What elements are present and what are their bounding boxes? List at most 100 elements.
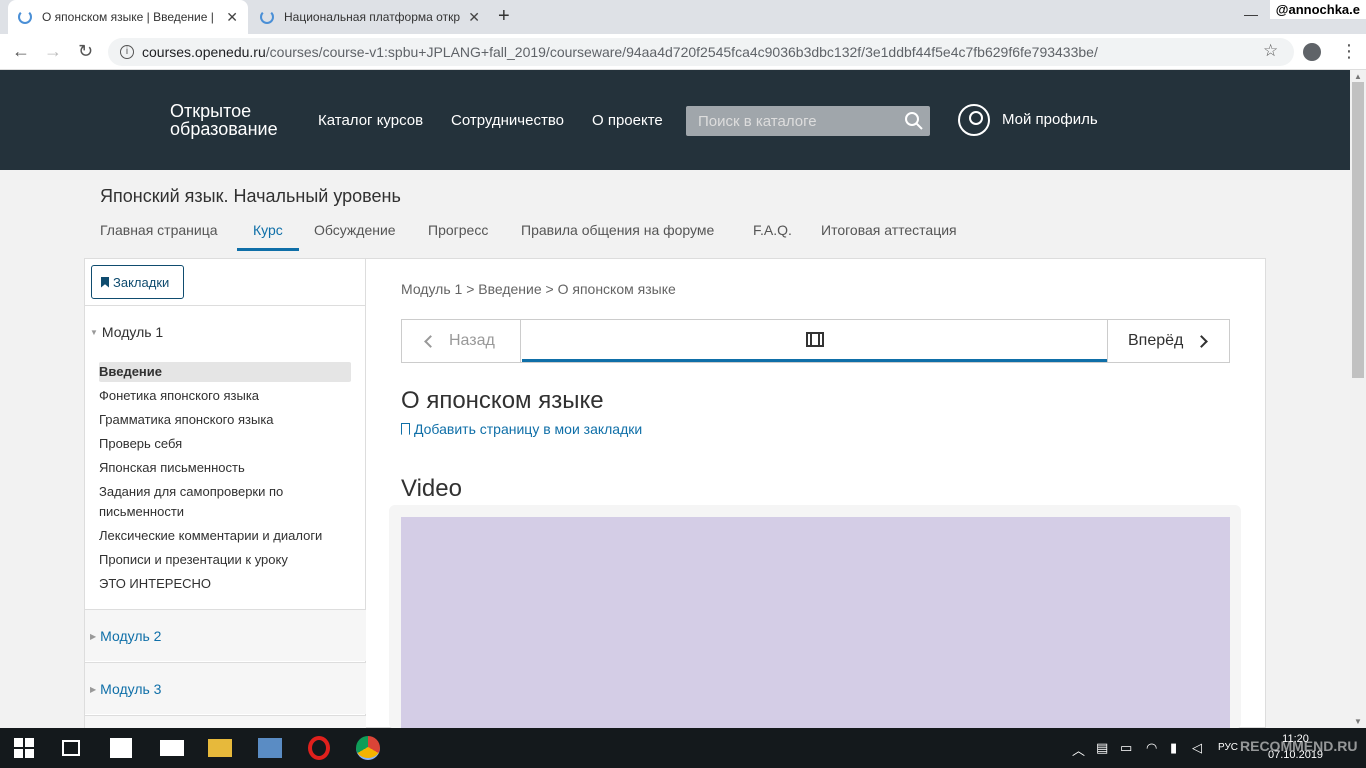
windows-taskbar: ︿ ▤ ▭ ◠ ▮ ◁ РУС 11:20 07.10.2019 RECOMME… — [0, 728, 1366, 768]
catalog-search-input[interactable]: Поиск в каталоге — [686, 106, 930, 136]
logo-line2: образование — [170, 119, 278, 139]
next-button[interactable]: Вперёд — [1107, 320, 1229, 362]
url-host: courses.openedu.ru — [142, 44, 266, 60]
subsection-interesting[interactable]: ЭТО ИНТЕРЕСНО — [99, 574, 351, 594]
user-profile-icon[interactable] — [958, 104, 990, 136]
nav-catalog[interactable]: Каталог курсов — [318, 112, 423, 129]
tab-faq[interactable]: F.A.Q. — [753, 222, 792, 248]
previous-label: Назад — [449, 332, 495, 349]
sequence-tab-video[interactable] — [522, 320, 1108, 362]
user-watermark: @annochka.e — [1269, 0, 1366, 19]
caret-right-icon: ▶ — [90, 632, 97, 641]
bookmarks-label: Закладки — [113, 274, 170, 290]
add-bookmark-link[interactable]: Добавить страницу в мои закладки — [401, 421, 642, 437]
bookmark-star-icon[interactable]: ☆ — [1263, 41, 1278, 61]
store-icon[interactable] — [110, 738, 132, 758]
chrome-icon[interactable] — [356, 736, 380, 760]
tray-expand-icon[interactable]: ︿ — [1072, 740, 1085, 759]
battery-icon[interactable]: ▮ — [1170, 740, 1177, 756]
control-panel-icon[interactable] — [258, 738, 282, 758]
forward-arrow-icon[interactable]: → — [44, 41, 62, 62]
subsection-self-check[interactable]: Проверь себя — [99, 434, 351, 454]
unit-content: Модуль 1 > Введение > О японском языке Н… — [367, 259, 1265, 729]
scroll-down-icon[interactable]: ▼ — [1354, 717, 1362, 726]
tab-home[interactable]: Главная страница — [100, 222, 218, 248]
info-icon[interactable]: i — [120, 45, 134, 59]
volume-icon[interactable]: ◁ — [1192, 740, 1202, 756]
close-tab-icon[interactable]: ✕ — [226, 9, 238, 26]
language-indicator[interactable]: РУС — [1218, 742, 1238, 753]
windows-start-icon[interactable] — [14, 738, 34, 758]
tab-title: Национальная платформа откр — [284, 10, 460, 24]
previous-button[interactable]: Назад — [402, 320, 521, 362]
tray-display-icon[interactable]: ▭ — [1120, 740, 1132, 756]
module-1-label: Модуль 1 — [101, 324, 164, 340]
tab-course[interactable]: Курс — [237, 222, 299, 251]
module-1-heading[interactable]: ▼ Модуль 1 — [90, 324, 163, 340]
unit-title: О японском языке — [401, 387, 604, 414]
course-title: Японский язык. Начальный уровень — [100, 186, 401, 206]
browser-tab-inactive[interactable]: Национальная платформа откр ✕ — [250, 0, 490, 34]
tab-forum-rules[interactable]: Правила общения на форуме — [521, 222, 714, 248]
opera-icon[interactable] — [308, 736, 330, 760]
search-icon[interactable] — [904, 111, 924, 131]
menu-dots-icon[interactable]: ⋮ — [1340, 41, 1358, 62]
nav-about[interactable]: О проекте — [592, 112, 663, 129]
sequence-navigation: Назад Вперёд — [401, 319, 1230, 363]
my-profile-link[interactable]: Мой профиль — [1002, 111, 1098, 128]
mail-icon[interactable] — [160, 740, 184, 756]
video-player[interactable] — [401, 517, 1230, 729]
course-outline-sidebar: Закладки ▼ Модуль 1 Введение Фонетика япо… — [85, 259, 366, 767]
subsection-grammar[interactable]: Грамматика японского языка — [99, 410, 351, 430]
task-view-icon[interactable] — [62, 740, 80, 756]
divider — [85, 305, 366, 306]
tab-discussion[interactable]: Обсуждение — [314, 222, 396, 248]
new-tab-icon[interactable]: + — [498, 5, 510, 28]
loading-icon — [260, 10, 274, 24]
tab-final-exam[interactable]: Итоговая аттестация — [821, 222, 957, 248]
subsection-writing-tasks[interactable]: Задания для самопроверки по письменности — [99, 482, 351, 522]
module-3-section[interactable]: ▶ Модуль 3 — [85, 662, 366, 714]
search-placeholder: Поиск в каталоге — [698, 112, 817, 130]
course-content: Закладки ▼ Модуль 1 Введение Фонетика япо… — [84, 258, 1266, 767]
tray-app-icon[interactable]: ▤ — [1096, 740, 1108, 756]
browser-tab-bar: О японском языке | Введение | ✕ Национал… — [0, 0, 1366, 34]
site-logo[interactable]: Открытое образование — [170, 102, 278, 138]
chevron-left-icon — [424, 334, 437, 348]
nav-cooperation[interactable]: Сотрудничество — [451, 112, 564, 129]
module-2-section[interactable]: ▶ Модуль 2 — [85, 609, 366, 661]
subsection-intro[interactable]: Введение — [99, 362, 351, 382]
close-tab-icon[interactable]: ✕ — [468, 9, 480, 26]
bookmark-outline-icon — [401, 423, 410, 435]
subsection-writing[interactable]: Японская письменность — [99, 458, 351, 478]
url-path: /courses/course-v1:spbu+JPLANG+fall_2019… — [265, 44, 1098, 60]
reload-icon[interactable]: ↻ — [78, 41, 93, 62]
video-container — [389, 505, 1241, 729]
scroll-up-icon[interactable]: ▲ — [1354, 72, 1362, 81]
browser-profile-icon[interactable] — [1303, 43, 1321, 61]
subsection-lexical[interactable]: Лексические комментарии и диалоги — [99, 526, 351, 546]
subsection-phonetics[interactable]: Фонетика японского языка — [99, 386, 351, 406]
scroll-thumb[interactable] — [1352, 82, 1364, 378]
caret-down-icon: ▼ — [90, 328, 98, 337]
logo-line1: Открытое — [170, 101, 252, 121]
browser-tab-active[interactable]: О японском языке | Введение | ✕ — [8, 0, 248, 34]
file-explorer-icon[interactable] — [208, 739, 232, 757]
recommend-watermark: RECOMMEND.RU — [1240, 738, 1358, 754]
minimize-icon[interactable]: — — [1244, 6, 1258, 22]
site-header: Открытое образование Каталог курсов Сотр… — [0, 70, 1350, 170]
tab-progress[interactable]: Прогресс — [428, 222, 488, 248]
breadcrumb: Модуль 1 > Введение > О японском языке — [401, 281, 676, 297]
bookmarks-button[interactable]: Закладки — [91, 265, 184, 299]
module-3-heading[interactable]: ▶ Модуль 3 — [90, 681, 161, 697]
subsection-copybooks[interactable]: Прописи и презентации к уроку — [99, 550, 351, 570]
module-2-heading[interactable]: ▶ Модуль 2 — [90, 628, 161, 644]
next-label: Вперёд — [1128, 332, 1184, 349]
back-arrow-icon[interactable]: ← — [12, 41, 30, 62]
wifi-icon[interactable]: ◠ — [1146, 740, 1157, 756]
page-scrollbar[interactable]: ▲ ▼ — [1350, 70, 1366, 728]
url-field[interactable]: i courses.openedu.ru/courses/course-v1:s… — [108, 38, 1294, 66]
video-heading: Video — [401, 475, 462, 502]
chevron-right-icon — [1195, 334, 1209, 348]
module-2-label: Модуль 2 — [100, 628, 162, 644]
